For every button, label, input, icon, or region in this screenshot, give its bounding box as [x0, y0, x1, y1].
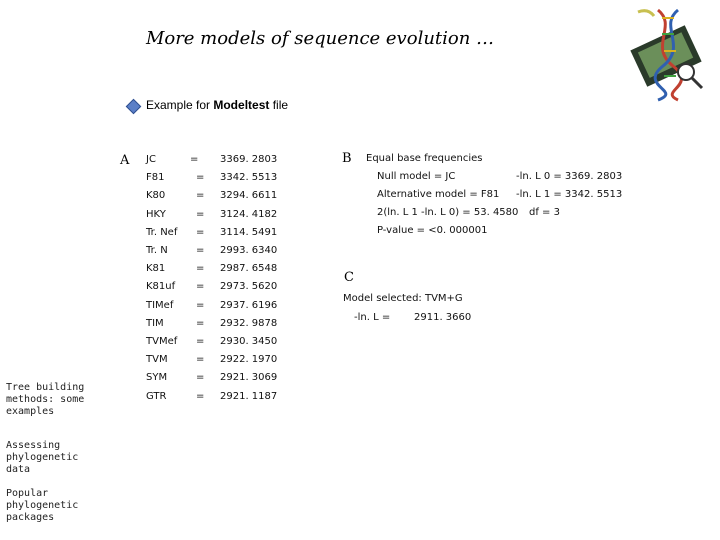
selected-lnl-value: 2911. 3660 — [414, 312, 472, 323]
model-name: Tr. N — [146, 245, 168, 256]
lnl-value: 2932. 9878 — [220, 318, 278, 329]
lnl-value: 2987. 6548 — [220, 263, 278, 274]
equals-sign: = — [196, 245, 205, 256]
model-name: TIMef — [146, 300, 174, 311]
section-c-letter: C — [344, 270, 354, 285]
model-name: JC — [146, 154, 156, 165]
equals-sign: = — [196, 227, 205, 238]
lnl-value: 3342. 5513 — [220, 172, 278, 183]
model-name: TVM — [146, 354, 168, 365]
equals-sign: = — [196, 190, 205, 201]
intro-prefix: Example for — [146, 98, 214, 112]
section-a-letter: A — [120, 153, 130, 168]
equals-sign: = — [196, 300, 205, 311]
sidebar-item-assessing[interactable]: Assessing phylogenetic data — [6, 440, 106, 476]
model-name: K80 — [146, 190, 166, 201]
model-name: HKY — [146, 209, 166, 220]
null-model: Null model = JC — [377, 171, 456, 182]
slide-title: More models of sequence evolution … — [145, 28, 495, 49]
model-name: F81 — [146, 172, 165, 183]
sidebar-item-packages[interactable]: Popular phylogenetic packages — [6, 488, 106, 524]
lnl-value: 2921. 3069 — [220, 372, 278, 383]
equals-sign: = — [196, 336, 205, 347]
lrt-statistic: 2(ln. L 1 -ln. L 0) = 53. 4580 — [377, 207, 519, 218]
alt-model: Alternative model = F81 — [377, 189, 500, 200]
equals-sign: = — [196, 372, 205, 383]
model-name: SYM — [146, 372, 168, 383]
lnl-value: 3294. 6611 — [220, 190, 278, 201]
alt-lnl: -ln. L 1 = 3342. 5513 — [516, 189, 623, 200]
section-b-heading: Equal base frequencies — [366, 153, 483, 164]
equals-sign: = — [196, 209, 205, 220]
equals-sign: = — [196, 281, 205, 292]
equals-sign: = — [196, 391, 205, 402]
model-name: TIM — [146, 318, 164, 329]
lnl-value: 2937. 6196 — [220, 300, 278, 311]
null-lnl: -ln. L 0 = 3369. 2803 — [516, 171, 623, 182]
selected-lnl-label: -ln. L = — [354, 312, 391, 323]
lnl-value: 3124. 4182 — [220, 209, 278, 220]
intro-bold: Modeltest — [213, 98, 270, 112]
p-value: P-value = <0. 000001 — [377, 225, 488, 236]
intro-line: Example for Modeltest file — [146, 98, 288, 112]
equals-sign: = — [196, 318, 205, 329]
section-b-letter: B — [342, 151, 352, 166]
intro-suffix: file — [269, 98, 289, 112]
equals-sign: = — [196, 263, 205, 274]
lnl-value: 2922. 1970 — [220, 354, 278, 365]
lnl-value: 3114. 5491 — [220, 227, 278, 238]
dna-helix-logo-icon — [630, 8, 704, 102]
model-name: TVMef — [146, 336, 178, 347]
lnl-value: 2993. 6340 — [220, 245, 278, 256]
lnl-value: 2973. 5620 — [220, 281, 278, 292]
equals-sign: = — [196, 172, 205, 183]
equals-sign: = — [190, 154, 199, 165]
model-name: K81 — [146, 263, 166, 274]
model-name: Tr. Nef — [146, 227, 178, 238]
model-name: GTR — [146, 391, 167, 402]
lnl-value: 2930. 3450 — [220, 336, 278, 347]
equals-sign: = — [196, 354, 205, 365]
sidebar-item-tree-building[interactable]: Tree building methods: some examples — [6, 382, 106, 418]
model-selected: Model selected: TVM+G — [343, 293, 463, 304]
bullet-diamond-icon — [125, 98, 142, 115]
degrees-of-freedom: df = 3 — [529, 207, 560, 218]
model-name: K81uf — [146, 281, 176, 292]
lnl-value: 3369. 2803 — [220, 154, 278, 165]
lnl-value: 2921. 1187 — [220, 391, 278, 402]
